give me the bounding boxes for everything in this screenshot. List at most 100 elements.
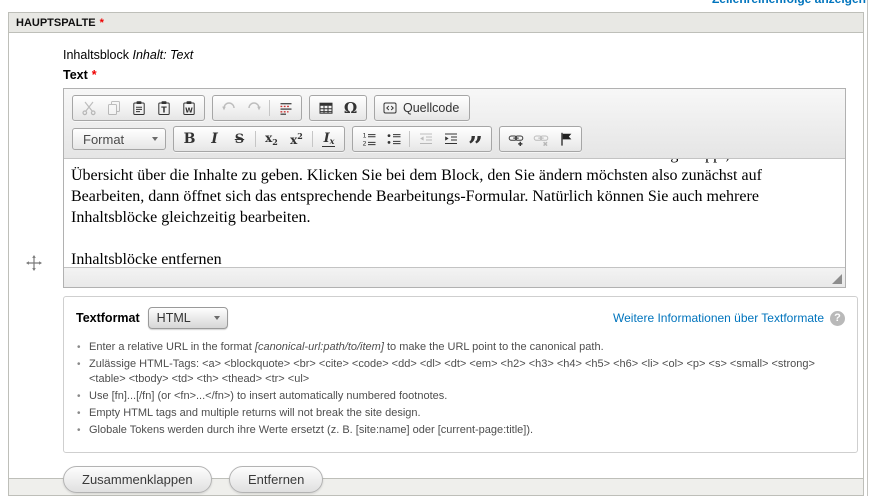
editor-content-area[interactable]: zusammengeklappt, um Ihnen eine bessere …	[64, 159, 845, 267]
spellcheck-scayt-button[interactable]	[273, 98, 298, 118]
text-field-label: Text*	[63, 68, 863, 82]
indent-button[interactable]	[438, 129, 463, 149]
remove-format-button[interactable]: Ix	[316, 129, 341, 149]
editor-toolbar: T W	[64, 89, 845, 159]
filter-guidelines: Enter a relative URL in the format [cano…	[76, 340, 845, 438]
undo-button[interactable]	[216, 98, 241, 118]
omega-icon: Ω	[344, 99, 357, 117]
link-button[interactable]	[503, 129, 528, 149]
copy-button[interactable]	[101, 98, 126, 118]
text-format-label: Textformat	[76, 311, 140, 325]
italic-icon: I	[211, 131, 218, 147]
bulleted-list-button[interactable]	[381, 129, 406, 149]
show-row-weights-link[interactable]: Zeilenreihenfolge anzeigen	[712, 0, 866, 6]
field-table-row: Inhaltsblock Inhalt: Text Text*	[8, 33, 864, 479]
chevron-down-icon	[214, 316, 220, 320]
field-table-title: HAUPTSPALTE	[16, 17, 96, 29]
numbered-list-button[interactable]: 1 2	[356, 129, 381, 149]
toolbar-row-1: T W	[72, 95, 837, 121]
strikethrough-icon: S	[235, 132, 244, 147]
subscript-button[interactable]: x2	[259, 129, 284, 149]
spellcheck-icon	[278, 100, 294, 116]
bold-button[interactable]: B	[177, 129, 202, 149]
drag-handle[interactable]	[26, 255, 42, 271]
editor-paragraph: Inhaltsblöcke entfernen	[71, 249, 838, 267]
unlink-icon	[533, 131, 549, 147]
paragraph-format-dropdown[interactable]: Format	[72, 128, 166, 150]
svg-text:1: 1	[362, 132, 366, 140]
flag-icon	[558, 131, 574, 147]
hauptspalte-field-table: HAUPTSPALTE * Inhaltsblock Inhalt: Text …	[8, 12, 864, 496]
undo-icon	[221, 100, 237, 116]
collapse-button[interactable]: Zusammenklappen	[63, 466, 212, 493]
insert-group: Ω	[309, 95, 367, 121]
bulleted-list-icon	[386, 131, 402, 147]
clipboard-group: T W	[72, 95, 205, 121]
cut-button[interactable]	[76, 98, 101, 118]
paste-icon	[131, 100, 147, 116]
superscript-icon: x2	[290, 131, 303, 147]
field-table-header: HAUPTSPALTE *	[8, 12, 864, 33]
block-label: Inhaltsblock Inhalt: Text	[63, 48, 863, 62]
block-type-label: Inhalt: Text	[133, 48, 194, 62]
format-dropdown-label: Format	[83, 132, 124, 147]
remove-format-icon: Ix	[322, 131, 336, 147]
special-character-button[interactable]: Ω	[338, 98, 363, 118]
bold-icon: B	[184, 131, 196, 147]
source-code-label: Quellcode	[403, 101, 459, 115]
undo-group	[212, 95, 302, 121]
outdent-button[interactable]	[413, 129, 438, 149]
paste-from-word-button[interactable]: W	[176, 98, 201, 118]
remove-button[interactable]: Entfernen	[229, 466, 323, 493]
source-code-button[interactable]: Quellcode	[378, 98, 466, 118]
paste-plain-text-button[interactable]: T	[151, 98, 176, 118]
editor-paragraph: Übersicht über die Inhalte zu geben. Kli…	[71, 165, 838, 228]
link-group	[499, 126, 582, 152]
move-cross-icon	[26, 255, 42, 271]
redo-button[interactable]	[241, 98, 266, 118]
redo-icon	[246, 100, 262, 116]
row-content: Inhaltsblock Inhalt: Text Text*	[9, 33, 863, 493]
table-icon	[318, 100, 334, 116]
superscript-button[interactable]: x2	[284, 129, 309, 149]
textformats-info-link[interactable]: Weitere Informationen über Textformate	[613, 311, 824, 325]
list-indent-group: 1 2	[352, 126, 492, 152]
source-code-icon	[382, 100, 398, 116]
guideline-item: Zulässige HTML-Tags: <a> <blockquote> <b…	[76, 357, 845, 387]
text-format-select[interactable]: HTML	[148, 307, 228, 329]
table-button[interactable]	[313, 98, 338, 118]
source-group: Quellcode	[374, 95, 470, 121]
subscript-icon: x2	[265, 131, 278, 147]
toolbar-separator	[255, 131, 256, 147]
anchor-flag-button[interactable]	[553, 129, 578, 149]
svg-text:T: T	[161, 105, 167, 114]
guideline-item: Globale Tokens werden durch ihre Werte e…	[76, 423, 845, 438]
toolbar-separator	[312, 131, 313, 147]
paste-button[interactable]	[126, 98, 151, 118]
editor-bottom-bar	[64, 267, 845, 287]
indent-icon	[443, 131, 459, 147]
block-actions: Zusammenklappen Entfernen	[63, 466, 863, 493]
paste-text-icon: T	[156, 100, 172, 116]
column-divider	[867, 0, 868, 496]
drupal-field-widget-page: Zeilenreihenfolge anzeigen HAUPTSPALTE *…	[0, 0, 878, 496]
required-marker: *	[92, 68, 97, 82]
chevron-down-icon	[152, 137, 158, 141]
toolbar-separator	[269, 100, 270, 116]
text-format-value: HTML	[157, 311, 191, 325]
blockquote-button[interactable]: ”	[463, 129, 488, 149]
block-label-prefix: Inhaltsblock	[63, 48, 129, 62]
numbered-list-icon: 1 2	[361, 131, 377, 147]
guideline-item: Empty HTML tags and multiple returns wil…	[76, 406, 845, 421]
text-format-wrapper: Textformat HTML Weitere Informationen üb…	[63, 296, 858, 453]
unlink-button[interactable]	[528, 129, 553, 149]
help-icon[interactable]: ?	[830, 311, 845, 326]
resize-grip[interactable]	[832, 274, 842, 284]
toolbar-row-2: Format B I S	[72, 126, 837, 152]
strikethrough-button[interactable]: S	[227, 129, 252, 149]
basicstyles-group: B I S x2	[173, 126, 345, 152]
svg-text:W: W	[185, 106, 193, 114]
italic-button[interactable]: I	[202, 129, 227, 149]
guideline-item: Enter a relative URL in the format [cano…	[76, 340, 845, 355]
link-icon	[508, 131, 524, 147]
